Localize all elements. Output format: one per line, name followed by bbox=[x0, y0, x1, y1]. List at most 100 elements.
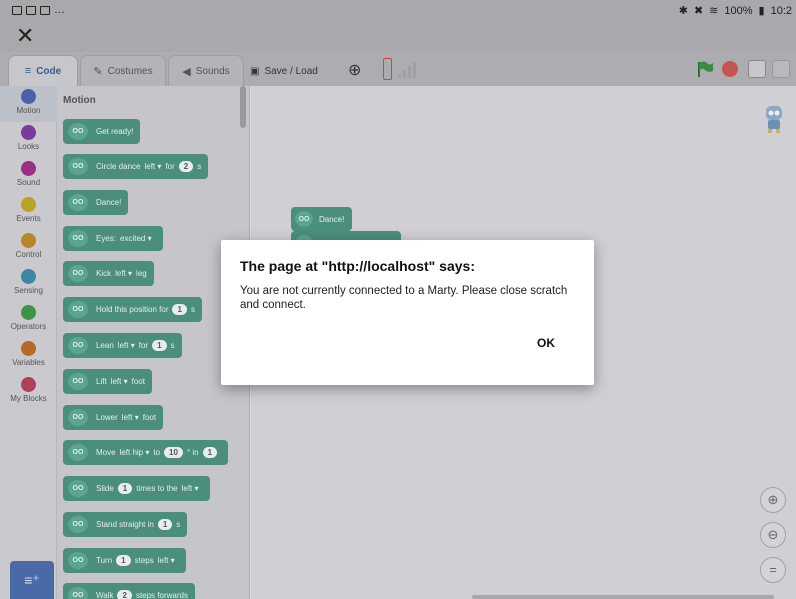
marty-face-icon: OO bbox=[68, 409, 88, 426]
category-sensing[interactable]: Sensing bbox=[0, 266, 57, 302]
direction-dropdown[interactable]: left ▾ bbox=[182, 484, 199, 493]
block-eyes[interactable]: OO Eyes: excited ▾ bbox=[63, 226, 163, 251]
category-control[interactable]: Control bbox=[0, 230, 57, 266]
block-hold-position[interactable]: OO Hold this position for 1 s bbox=[63, 297, 202, 322]
number-input[interactable]: 1 bbox=[202, 447, 218, 458]
block-kick[interactable]: OO Kick left ▾ leg bbox=[63, 261, 154, 286]
category-motion[interactable]: Motion bbox=[0, 86, 57, 122]
direction-dropdown[interactable]: left ▾ bbox=[118, 341, 135, 350]
marty-face-icon: OO bbox=[68, 552, 88, 569]
block-get-ready[interactable]: OO Get ready! bbox=[63, 119, 141, 144]
zoom-out-button[interactable]: ⊖ bbox=[760, 522, 786, 548]
alert-dialog: The page at "http://localhost" says: You… bbox=[221, 240, 594, 385]
marty-sprite-icon[interactable] bbox=[761, 104, 787, 134]
battery-icon: ▮ bbox=[758, 5, 765, 17]
block-label: Lift bbox=[96, 377, 107, 386]
tab-sounds-label: Sounds bbox=[195, 65, 230, 77]
block-label: foot bbox=[131, 377, 145, 386]
green-flag-icon[interactable] bbox=[696, 60, 714, 78]
eyes-dropdown[interactable]: excited ▾ bbox=[120, 234, 152, 243]
image-notification-icon bbox=[12, 5, 22, 15]
robot-battery-icon bbox=[383, 58, 392, 80]
block-label: s bbox=[190, 305, 195, 314]
direction-dropdown[interactable]: left ▾ bbox=[111, 377, 128, 386]
events-dot-icon bbox=[21, 197, 36, 212]
mail-notification-icon bbox=[26, 5, 36, 15]
tab-costumes[interactable]: ✎ Costumes bbox=[80, 55, 166, 86]
motion-dot-icon bbox=[21, 89, 36, 104]
number-input[interactable]: 1 bbox=[152, 340, 167, 351]
block-stand-straight[interactable]: OO Stand straight in 1 s bbox=[63, 512, 188, 537]
category-label: Looks bbox=[17, 142, 40, 151]
category-events[interactable]: Events bbox=[0, 194, 57, 230]
block-label: Dance! bbox=[319, 214, 345, 224]
sensing-dot-icon bbox=[21, 269, 36, 284]
block-label: for bbox=[138, 341, 149, 350]
block-slide[interactable]: OO Slide 1 times to the left ▾ bbox=[63, 476, 210, 501]
block-lift[interactable]: OO Lift left ▾ foot bbox=[63, 369, 152, 394]
close-icon[interactable]: ✕ bbox=[16, 24, 34, 48]
block-turn[interactable]: OO Turn 1 steps left ▾ bbox=[63, 548, 186, 573]
direction-dropdown[interactable]: left ▾ bbox=[115, 269, 132, 278]
large-stage-icon[interactable] bbox=[772, 60, 790, 78]
direction-dropdown[interactable]: left ▾ bbox=[122, 413, 139, 422]
number-input[interactable]: 10 bbox=[164, 447, 183, 458]
notification-icons: … bbox=[12, 4, 65, 16]
joint-dropdown[interactable]: left hip ▾ bbox=[120, 448, 150, 457]
block-label: Hold this position for bbox=[96, 305, 169, 314]
tab-code[interactable]: ≡ Code bbox=[8, 55, 78, 86]
save-icon: ▣ bbox=[250, 65, 260, 77]
marty-face-icon: OO bbox=[68, 373, 88, 390]
tab-code-label: Code bbox=[36, 65, 62, 77]
category-label: Events bbox=[16, 214, 41, 223]
category-label: Sensing bbox=[14, 286, 43, 295]
zoom-reset-button[interactable]: = bbox=[760, 557, 786, 583]
operators-dot-icon bbox=[21, 305, 36, 320]
wifi-icon: ≋ bbox=[709, 5, 719, 17]
code-icon: ≡ bbox=[24, 65, 32, 77]
ok-button[interactable]: OK bbox=[526, 333, 566, 353]
direction-dropdown[interactable]: left ▾ bbox=[158, 556, 175, 565]
tab-sounds[interactable]: ◀ Sounds bbox=[168, 55, 244, 86]
category-variables[interactable]: Variables bbox=[0, 338, 57, 374]
zoom-in-button[interactable]: ⊕ bbox=[760, 487, 786, 513]
block-label: leg bbox=[136, 269, 147, 278]
number-input[interactable]: 1 bbox=[116, 555, 131, 566]
workspace-scrollbar[interactable] bbox=[472, 595, 774, 599]
block-move-joint[interactable]: OO Move left hip ▾ to 10 ° in 1 bbox=[63, 440, 229, 465]
category-looks[interactable]: Looks bbox=[0, 122, 57, 158]
number-input[interactable]: 1 bbox=[157, 519, 173, 530]
category-sound[interactable]: Sound bbox=[0, 158, 57, 194]
save-load-button[interactable]: ▣ Save / Load bbox=[250, 60, 318, 82]
dialog-title: The page at "http://localhost" says: bbox=[240, 258, 475, 274]
block-lower[interactable]: OO Lower left ▾ foot bbox=[63, 405, 164, 430]
number-input[interactable]: 2 bbox=[117, 590, 132, 599]
block-circle-dance[interactable]: OO Circle dance left ▾ for 2 s bbox=[63, 154, 209, 179]
direction-dropdown[interactable]: left ▾ bbox=[144, 162, 161, 171]
stop-icon[interactable] bbox=[722, 61, 738, 77]
message-notification-icon bbox=[40, 5, 50, 15]
marty-face-icon: OO bbox=[68, 265, 88, 282]
number-input[interactable]: 1 bbox=[172, 304, 187, 315]
marty-face-icon: OO bbox=[295, 211, 313, 227]
category-operators[interactable]: Operators bbox=[0, 302, 57, 338]
status-bar: … ✱ ✖ ≋ 100% ▮ 10:2 bbox=[0, 0, 796, 22]
battery-percent: 100% bbox=[724, 4, 753, 17]
marty-face-icon: OO bbox=[68, 516, 88, 533]
small-stage-icon[interactable] bbox=[748, 60, 766, 78]
marty-face-icon: OO bbox=[68, 444, 88, 461]
app-top-bar: ✕ bbox=[0, 22, 796, 52]
block-lean[interactable]: OO Lean left ▾ for 1 s bbox=[63, 333, 182, 358]
workspace-block-dance[interactable]: OO Dance! bbox=[291, 207, 353, 231]
palette-scrollbar[interactable] bbox=[240, 86, 246, 128]
block-dance[interactable]: OO Dance! bbox=[63, 190, 129, 215]
category-label: Operators bbox=[10, 322, 47, 331]
marty-face-icon: OO bbox=[68, 194, 88, 211]
category-my-blocks[interactable]: My Blocks bbox=[0, 374, 57, 410]
globe-icon[interactable]: ⊕ bbox=[348, 60, 361, 80]
add-extension-button[interactable]: ≡⁺ bbox=[10, 561, 54, 599]
number-input[interactable]: 2 bbox=[178, 161, 194, 172]
block-walk[interactable]: OO Walk 2 steps forwards bbox=[63, 583, 195, 599]
zoom-in-icon: ⊕ bbox=[767, 492, 779, 507]
number-input[interactable]: 1 bbox=[117, 483, 133, 494]
